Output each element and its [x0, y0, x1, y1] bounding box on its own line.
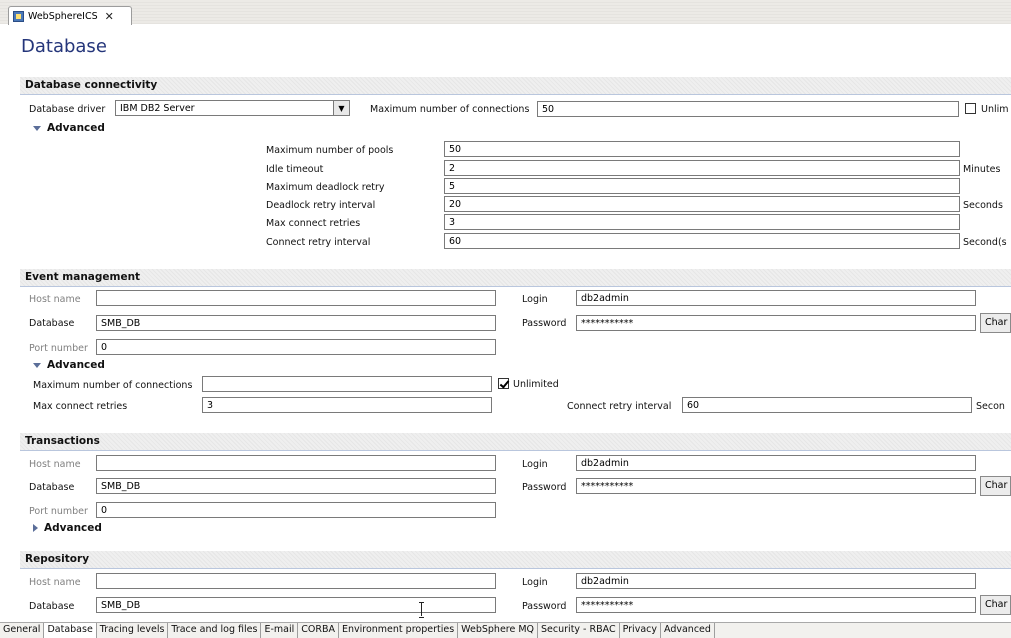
event-max-connect-retries-label: Max connect retries: [33, 401, 128, 412]
unlimited-checkbox[interactable]: [965, 103, 976, 114]
max-connect-retries-label: Max connect retries: [266, 218, 361, 229]
tab-advanced[interactable]: Advanced: [661, 623, 715, 638]
connect-retry-interval-unit: Second(s: [963, 237, 1007, 248]
event-password-input[interactable]: ***********: [576, 315, 976, 331]
event-database-label: Database: [29, 318, 75, 329]
repo-login-input[interactable]: db2admin: [576, 573, 976, 589]
event-login-label: Login: [522, 294, 548, 305]
connect-retry-interval-input[interactable]: 60: [444, 233, 960, 249]
deadlock-interval-label: Deadlock retry interval: [266, 200, 376, 211]
tx-database-input[interactable]: SMB_DB: [96, 478, 496, 494]
repo-change-password-button[interactable]: Char: [980, 595, 1011, 615]
repo-host-input[interactable]: [96, 573, 496, 589]
event-connect-retry-interval-unit: Secon: [976, 401, 1005, 412]
deadlock-interval-input[interactable]: 20: [444, 196, 960, 212]
deadlock-interval-unit: Seconds: [963, 200, 1003, 211]
tab-email[interactable]: E-mail: [261, 623, 299, 638]
event-change-password-button[interactable]: Char: [980, 313, 1011, 333]
event-port-label: Port number: [29, 343, 88, 354]
expanded-twisty-icon: [33, 125, 41, 131]
idle-timeout-input[interactable]: 2: [444, 160, 960, 176]
advanced-label: Advanced: [47, 359, 105, 371]
repo-password-input[interactable]: ***********: [576, 597, 976, 613]
advanced-label: Advanced: [47, 122, 105, 134]
chevron-down-icon[interactable]: ▼: [333, 101, 349, 115]
section-header-database-connectivity: Database connectivity: [20, 77, 1011, 94]
tx-host-label: Host name: [29, 459, 81, 470]
database-driver-label: Database driver: [29, 104, 106, 115]
tab-privacy[interactable]: Privacy: [620, 623, 661, 638]
repo-login-label: Login: [522, 577, 548, 588]
tx-password-input[interactable]: ***********: [576, 478, 976, 494]
tx-host-input[interactable]: [96, 455, 496, 471]
deadlock-retry-label: Maximum deadlock retry: [266, 182, 385, 193]
tx-login-label: Login: [522, 459, 548, 470]
database-driver-select[interactable]: IBM DB2 Server ▼: [115, 100, 350, 116]
tx-port-label: Port number: [29, 506, 88, 517]
deadlock-retry-input[interactable]: 5: [444, 178, 960, 194]
bottom-tab-bar: General Database Tracing levels Trace an…: [0, 622, 1011, 638]
event-password-label: Password: [522, 318, 567, 329]
repo-host-label: Host name: [29, 577, 81, 588]
advanced-toggle-event[interactable]: Advanced: [33, 359, 105, 371]
page-title: Database: [21, 36, 107, 57]
editor-tab-websphereics[interactable]: WebSphereICS ✕: [8, 6, 132, 25]
tx-port-input[interactable]: 0: [96, 502, 496, 518]
advanced-toggle-transactions[interactable]: Advanced: [33, 522, 102, 534]
tx-database-label: Database: [29, 482, 75, 493]
event-unlimited-checkbox[interactable]: [498, 378, 509, 389]
unlimited-label: Unlim: [981, 104, 1009, 115]
tab-trace-log-files[interactable]: Trace and log files: [168, 623, 262, 638]
max-pools-label: Maximum number of pools: [266, 145, 394, 156]
collapsed-twisty-icon: [33, 524, 38, 532]
section-header-event-management: Event management: [20, 269, 1011, 286]
tx-change-password-button[interactable]: Char: [980, 476, 1011, 496]
advanced-toggle-connectivity[interactable]: Advanced: [33, 122, 105, 134]
connect-retry-interval-label: Connect retry interval: [266, 237, 371, 248]
event-connect-retry-interval-label: Connect retry interval: [567, 401, 672, 412]
websphere-app-icon: [13, 10, 24, 22]
editor-tab-label: WebSphereICS: [28, 10, 98, 22]
database-driver-value: IBM DB2 Server: [120, 103, 195, 114]
event-database-input[interactable]: SMB_DB: [96, 315, 496, 331]
tab-security-rbac[interactable]: Security - RBAC: [538, 623, 620, 638]
section-header-repository: Repository: [20, 551, 1011, 568]
text-cursor-icon: [419, 602, 425, 618]
tab-tracing-levels[interactable]: Tracing levels: [97, 623, 169, 638]
editor-tab-bar: WebSphereICS ✕: [0, 0, 1011, 25]
tx-login-input[interactable]: db2admin: [576, 455, 976, 471]
max-connect-retries-input[interactable]: 3: [444, 214, 960, 230]
section-divider: [20, 94, 1011, 95]
event-unlimited-label: Unlimited: [513, 379, 559, 390]
max-connections-input[interactable]: 50: [537, 101, 959, 117]
event-max-connect-retries-input[interactable]: 3: [202, 397, 492, 413]
event-max-connections-label: Maximum number of connections: [33, 380, 193, 391]
event-connect-retry-interval-input[interactable]: 60: [682, 397, 972, 413]
repo-database-label: Database: [29, 601, 75, 612]
idle-timeout-unit: Minutes: [963, 164, 1001, 175]
section-divider: [20, 568, 1011, 569]
repo-password-label: Password: [522, 601, 567, 612]
section-divider: [20, 286, 1011, 287]
max-pools-input[interactable]: 50: [444, 141, 960, 157]
tx-password-label: Password: [522, 482, 567, 493]
tab-environment-properties[interactable]: Environment properties: [339, 623, 459, 638]
section-divider: [20, 450, 1011, 451]
event-login-input[interactable]: db2admin: [576, 290, 976, 306]
event-port-input[interactable]: 0: [96, 339, 496, 355]
tab-general[interactable]: General: [0, 623, 45, 638]
max-connections-label: Maximum number of connections: [370, 104, 530, 115]
tab-corba[interactable]: CORBA: [298, 623, 339, 638]
event-host-input[interactable]: [96, 290, 496, 306]
advanced-label: Advanced: [44, 522, 102, 534]
tab-database[interactable]: Database: [44, 623, 97, 638]
event-host-label: Host name: [29, 294, 81, 305]
close-icon[interactable]: ✕: [105, 10, 114, 23]
tab-websphere-mq[interactable]: WebSphere MQ: [458, 623, 539, 638]
repo-database-input[interactable]: SMB_DB: [96, 597, 496, 613]
expanded-twisty-icon: [33, 362, 41, 368]
event-max-connections-input[interactable]: [202, 376, 492, 392]
section-header-transactions: Transactions: [20, 433, 1011, 450]
idle-timeout-label: Idle timeout: [266, 164, 324, 175]
